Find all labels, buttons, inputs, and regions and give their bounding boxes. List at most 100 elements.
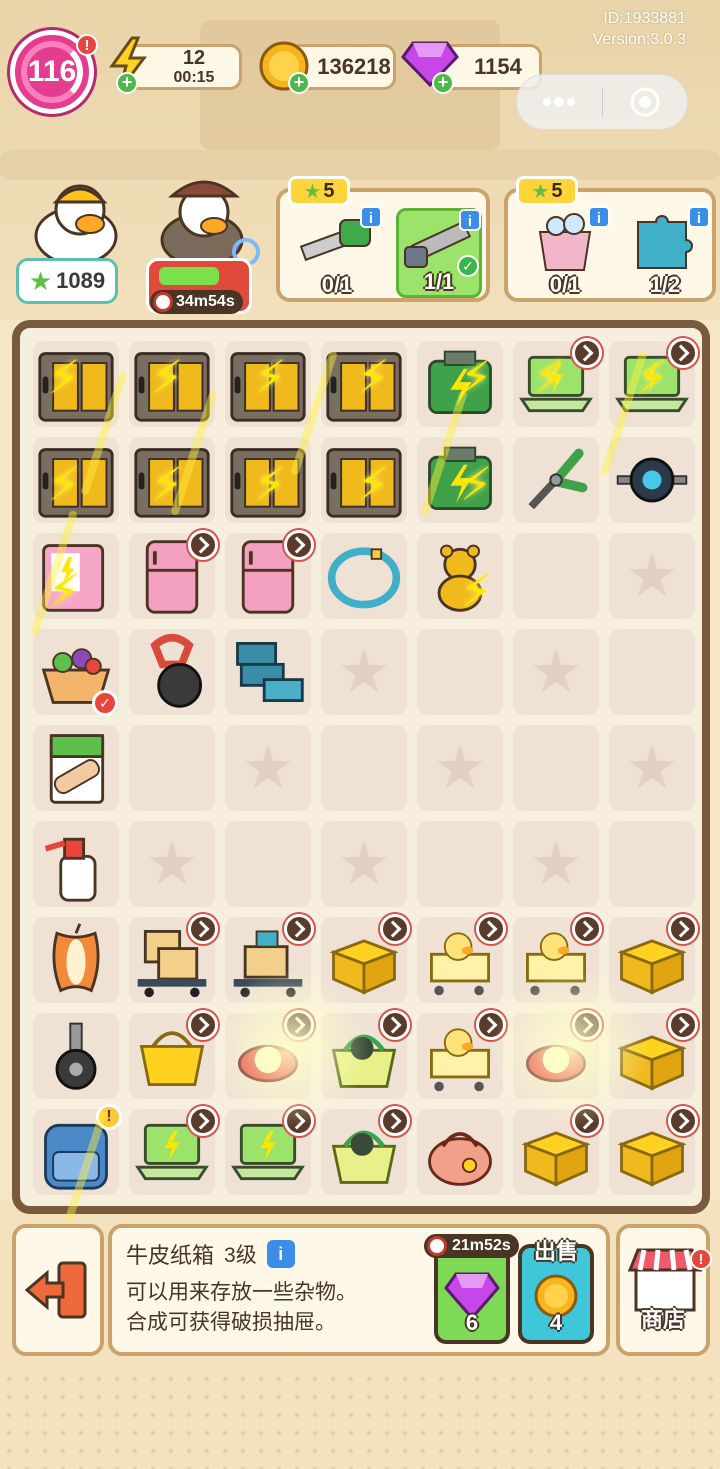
board-cell[interactable]: ★: [124, 816, 220, 912]
board-cell[interactable]: [124, 528, 220, 624]
duck-builder-character[interactable]: [28, 176, 124, 266]
ab-roller-icon[interactable]: [612, 440, 692, 520]
pliers-icon[interactable]: [516, 440, 596, 520]
exit-button[interactable]: [12, 1224, 104, 1356]
energy-timer: 00:15: [173, 69, 215, 86]
board-cell[interactable]: [316, 1008, 412, 1104]
board-cell[interactable]: [412, 1008, 508, 1104]
gem-plus-button[interactable]: +: [432, 72, 454, 94]
board-cell[interactable]: ⚡: [28, 432, 124, 528]
board-cell[interactable]: [28, 816, 124, 912]
board-cell[interactable]: ⚡: [124, 336, 220, 432]
board-cell[interactable]: [124, 624, 220, 720]
clock-icon: [427, 1236, 447, 1256]
timer-lock-icon: [284, 914, 314, 944]
energy-plus-button[interactable]: +: [116, 72, 138, 94]
board-cell[interactable]: [220, 528, 316, 624]
board-cell[interactable]: ★: [604, 720, 700, 816]
board-cell[interactable]: [604, 816, 700, 912]
board-cell[interactable]: [220, 816, 316, 912]
shop-button[interactable]: ! 商店: [616, 1224, 712, 1356]
board-cell[interactable]: ⚡: [28, 528, 124, 624]
board-cell[interactable]: ★: [412, 720, 508, 816]
board-cell[interactable]: !: [28, 1104, 124, 1200]
order-card-2[interactable]: ★ 5 i 0/1 i 1/2: [504, 176, 716, 302]
board-cell[interactable]: ★: [220, 720, 316, 816]
order-item-saw[interactable]: i 0/1: [294, 206, 382, 298]
board-cell[interactable]: [604, 912, 700, 1008]
board-cell[interactable]: ⚡: [412, 336, 508, 432]
board-cell[interactable]: [412, 624, 508, 720]
duck-detective-character[interactable]: [150, 166, 260, 268]
board-cell[interactable]: [316, 720, 412, 816]
board-cell[interactable]: [220, 624, 316, 720]
board-cell[interactable]: [508, 1008, 604, 1104]
board-cell[interactable]: [28, 1008, 124, 1104]
order-item-info-button[interactable]: i: [588, 206, 610, 228]
timer-lock-icon: [188, 1106, 218, 1136]
board-cell[interactable]: [316, 1104, 412, 1200]
board-cell[interactable]: [220, 1104, 316, 1200]
board-cell[interactable]: [604, 432, 700, 528]
spray-bottle-icon[interactable]: [36, 824, 116, 904]
board-cell[interactable]: [316, 528, 412, 624]
order-item-info-button[interactable]: i: [688, 206, 710, 228]
order-item-puzzle[interactable]: i 1/2: [622, 206, 710, 298]
board-cell[interactable]: [28, 720, 124, 816]
board-cell[interactable]: [316, 912, 412, 1008]
board-cell[interactable]: [508, 1104, 604, 1200]
board-cell[interactable]: [604, 1104, 700, 1200]
board-cell[interactable]: [508, 720, 604, 816]
order-item-info-button[interactable]: i: [459, 209, 481, 231]
caster-wheel-icon[interactable]: [36, 1016, 116, 1096]
board-cell[interactable]: [124, 1008, 220, 1104]
blue-hoop-icon[interactable]: [324, 536, 404, 616]
board-cell[interactable]: [604, 1008, 700, 1104]
board-cell[interactable]: ★: [508, 816, 604, 912]
board-cell[interactable]: [220, 1008, 316, 1104]
close-miniprogram-button[interactable]: [603, 75, 688, 129]
speed-up-gem-button[interactable]: 6: [434, 1244, 510, 1344]
board-cell[interactable]: [28, 912, 124, 1008]
board-cell[interactable]: ★: [316, 816, 412, 912]
board-cell[interactable]: ★: [508, 624, 604, 720]
order-item-bucket[interactable]: i 0/1: [522, 206, 610, 298]
board-cell[interactable]: ⚡: [316, 432, 412, 528]
pink-bag-icon[interactable]: [420, 1112, 500, 1192]
board-cell[interactable]: ⚡: [604, 336, 700, 432]
board-cell[interactable]: [508, 432, 604, 528]
board-cell[interactable]: [124, 720, 220, 816]
board-cell[interactable]: ★: [604, 528, 700, 624]
item-info-button[interactable]: i: [266, 1240, 295, 1268]
board-cell[interactable]: ⚡: [124, 432, 220, 528]
board-cell[interactable]: [412, 912, 508, 1008]
empty-slot-star-icon: ★: [241, 734, 295, 801]
board-cell[interactable]: [412, 816, 508, 912]
timer-lock-icon: [188, 914, 218, 944]
board-cell[interactable]: [220, 912, 316, 1008]
board-cell[interactable]: ⚡: [220, 432, 316, 528]
board-cell[interactable]: ⚡: [316, 336, 412, 432]
bandage-icon[interactable]: [36, 728, 116, 808]
board-cell[interactable]: ⚡: [412, 432, 508, 528]
coin-plus-button[interactable]: +: [288, 72, 310, 94]
board-cell[interactable]: [604, 624, 700, 720]
board-cell[interactable]: ⚡: [508, 336, 604, 432]
blue-stack-icon[interactable]: [228, 632, 308, 712]
board-cell[interactable]: [508, 528, 604, 624]
board-cell[interactable]: ⚡: [220, 336, 316, 432]
more-menu-button[interactable]: [517, 75, 602, 129]
order-item-chainsaw[interactable]: i ✓ 1/1: [396, 208, 482, 298]
board-cell[interactable]: [124, 912, 220, 1008]
board-cell[interactable]: ★: [316, 624, 412, 720]
board-cell[interactable]: [124, 1104, 220, 1200]
board-cell[interactable]: [508, 912, 604, 1008]
board-cell[interactable]: [412, 1104, 508, 1200]
board-cell[interactable]: ⚡: [28, 336, 124, 432]
board-cell[interactable]: ✓: [28, 624, 124, 720]
board-cell[interactable]: ⚡: [412, 528, 508, 624]
apple-core-icon[interactable]: [36, 920, 116, 1000]
order-card-1[interactable]: ★ 5 i 0/1 i ✓ 1/1: [276, 176, 490, 302]
kettlebell-icon[interactable]: [132, 632, 212, 712]
order-item-info-button[interactable]: i: [360, 206, 382, 228]
